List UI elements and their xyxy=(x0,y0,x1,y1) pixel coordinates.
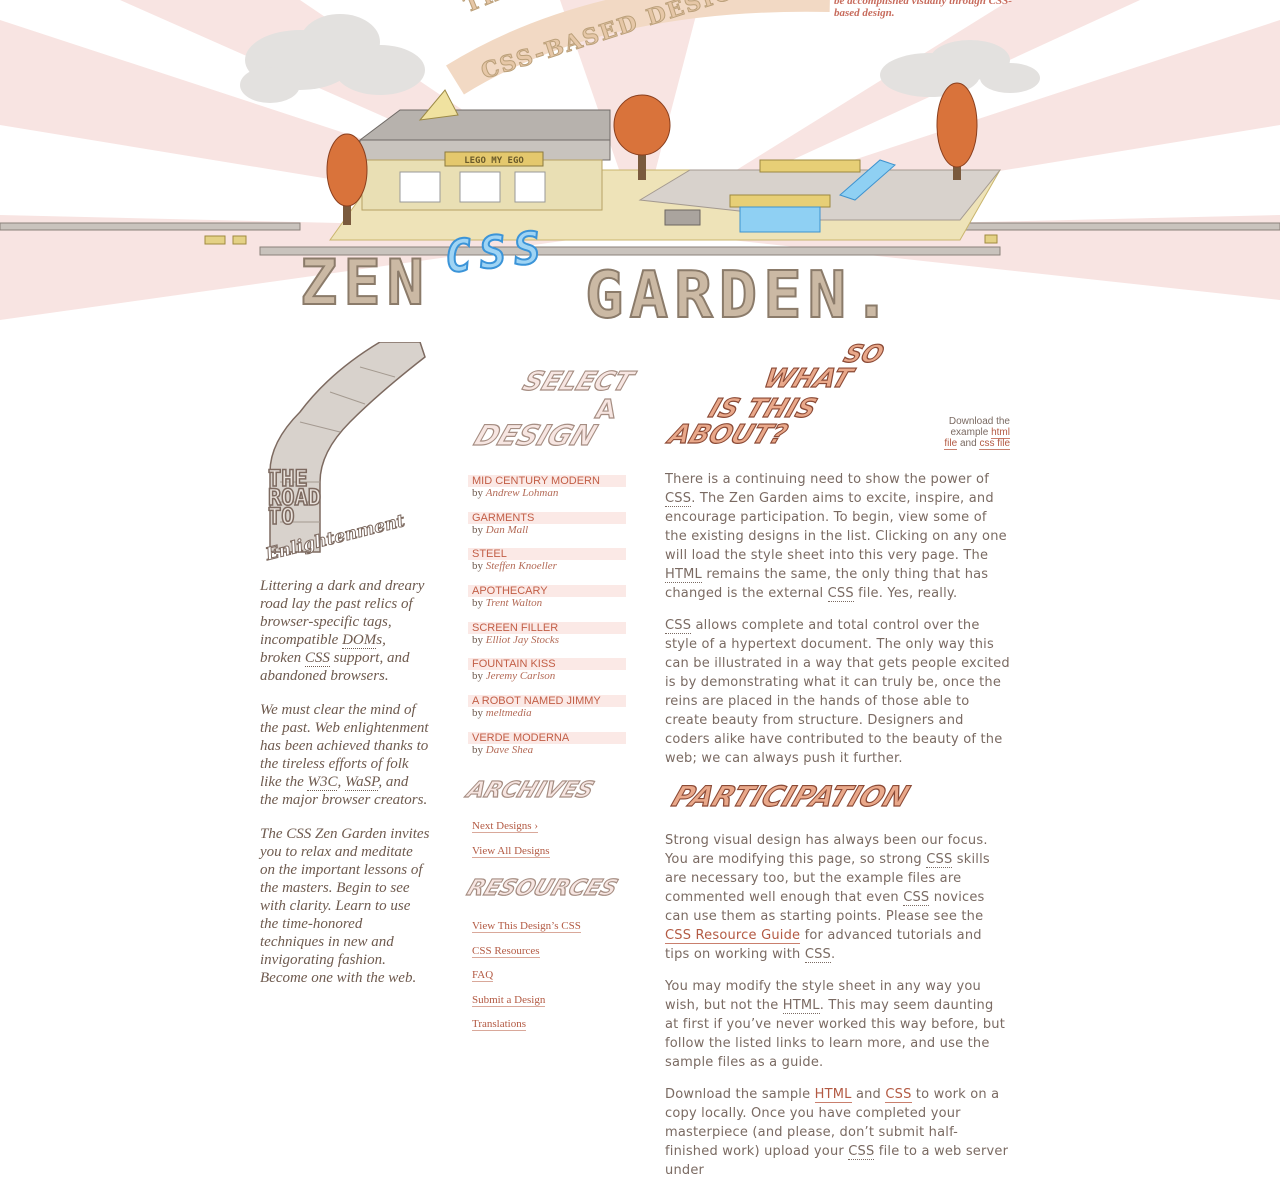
resources-nav: View This Design’s CSS CSS Resources FAQ… xyxy=(472,920,581,1031)
archives-nav: Next Designs › View All Designs xyxy=(472,820,550,858)
design-item[interactable]: Verde Moderna by Dave Shea xyxy=(468,731,626,769)
resources-heading: RESOURCES xyxy=(463,875,622,901)
download-example-box: Download the example html file and css f… xyxy=(944,416,1010,450)
css-resource-guide-link[interactable]: CSS Resource Guide xyxy=(665,928,801,944)
design-author[interactable]: Andrew Lohman xyxy=(486,487,559,499)
participation-paragraph-3: Download the sample HTML and CSS to work… xyxy=(665,1087,1009,1178)
css-file-link[interactable]: css file xyxy=(979,438,1010,450)
design-list: Mid Century Modern by Andrew Lohman Garm… xyxy=(468,475,626,769)
design-item[interactable]: Fountain Kiss by Jeremy Carlson xyxy=(468,658,626,695)
archives-heading: ARCHIVES xyxy=(463,777,598,803)
design-link[interactable]: Fountain Kiss xyxy=(468,658,626,671)
participation-heading: PARTICIPATION xyxy=(667,779,914,813)
title-garden: GARDEN. xyxy=(584,258,897,334)
abbr-wasp: WaSP xyxy=(344,774,379,791)
intro-paragraph-1: Littering a dark and dreary road lay the… xyxy=(260,578,425,684)
sample-css-link[interactable]: CSS xyxy=(885,1087,912,1103)
design-link[interactable]: Apothecary xyxy=(468,585,626,598)
header-tagline: be accomplished visually through CSS-bas… xyxy=(834,0,1012,19)
design-author[interactable]: meltmedia xyxy=(486,707,532,719)
about-paragraph-1: There is a continuing need to show the p… xyxy=(665,472,1007,602)
svg-text:LEGO MY EGO: LEGO MY EGO xyxy=(464,156,524,166)
intro-paragraph-2: We must clear the mind of the past. Web … xyxy=(260,702,429,808)
design-item[interactable]: Garments by Dan Mall xyxy=(468,511,626,549)
design-link[interactable]: Steel xyxy=(468,548,626,561)
design-author[interactable]: Dan Mall xyxy=(486,524,528,536)
design-author[interactable]: Trent Walton xyxy=(486,597,542,609)
translations-link[interactable]: Translations xyxy=(472,1018,581,1031)
abbr-css: CSS xyxy=(304,650,330,667)
view-design-css-link[interactable]: View This Design’s CSS xyxy=(472,920,581,945)
participation-paragraph-2: You may modify the style sheet in any wa… xyxy=(665,979,1006,1070)
main-content-column: SO WHAT IS THIS ABOUT? Download the exam… xyxy=(664,339,1010,1178)
submit-design-link[interactable]: Submit a Design xyxy=(472,993,581,1019)
design-author[interactable]: Jeremy Carlson xyxy=(486,670,556,682)
road-to-enlightenment-art: THE ROAD TO Enlightenment xyxy=(260,341,430,567)
view-all-designs-link[interactable]: View All Designs xyxy=(472,845,550,858)
next-designs-link[interactable]: Next Designs › xyxy=(472,820,550,845)
select-design-heading: SELECT A DESIGN xyxy=(469,366,638,452)
design-link[interactable]: Mid Century Modern xyxy=(468,475,626,487)
design-item[interactable]: Steel by Steffen Knoeller xyxy=(468,548,626,585)
title-zen: ZEN xyxy=(299,246,430,319)
design-link[interactable]: A Robot Named Jimmy xyxy=(468,695,626,708)
design-item[interactable]: Apothecary by Trent Walton xyxy=(468,585,626,622)
about-paragraph-2: CSS allows complete and total control ov… xyxy=(665,618,1010,766)
design-item[interactable]: A Robot Named Jimmy by meltmedia xyxy=(468,695,626,732)
intro-paragraph-3: The CSS Zen Garden invites you to relax … xyxy=(260,826,430,986)
design-author[interactable]: Elliot Jay Stocks xyxy=(486,634,559,646)
sample-html-link[interactable]: HTML xyxy=(814,1087,852,1103)
design-link[interactable]: Screen Filler xyxy=(468,621,626,634)
css-resources-link[interactable]: CSS Resources xyxy=(472,944,581,970)
design-item[interactable]: Mid Century Modern by Andrew Lohman xyxy=(468,475,626,512)
design-item[interactable]: Screen Filler by Elliot Jay Stocks xyxy=(468,621,626,659)
faq-link[interactable]: FAQ xyxy=(472,969,581,994)
design-author[interactable]: Dave Shea xyxy=(486,744,533,756)
abbr-w3c: W3C xyxy=(307,774,338,791)
header-illustration: LEGO MY EGO be accomplished visually thr… xyxy=(0,0,1280,340)
design-author[interactable]: Steffen Knoeller xyxy=(486,560,557,572)
design-link[interactable]: Verde Moderna xyxy=(468,731,626,744)
design-link[interactable]: Garments xyxy=(468,511,626,524)
abbr-dom: DOM xyxy=(342,632,377,649)
road-caption: THE ROAD TO xyxy=(267,467,321,530)
intro-column: THE ROAD TO Enlightenment Littering a da… xyxy=(260,341,430,1003)
participation-paragraph-1: Strong visual design has always been our… xyxy=(665,833,990,963)
